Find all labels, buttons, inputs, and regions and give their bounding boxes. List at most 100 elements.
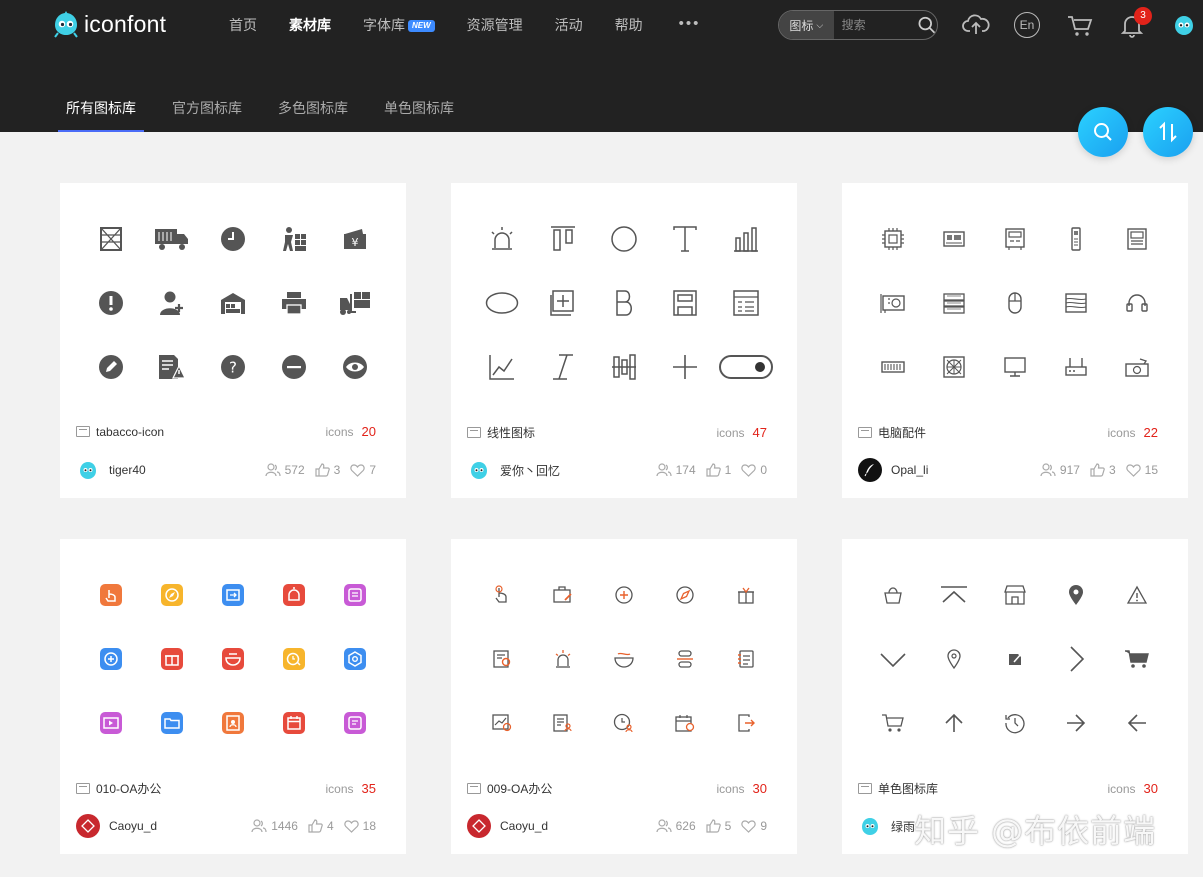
users-icon xyxy=(1040,463,1056,477)
fingerprint-touch-icon xyxy=(471,563,532,627)
views-stat: 917 xyxy=(1040,463,1080,477)
likes-stat[interactable]: 4 xyxy=(308,819,334,833)
touch-app-icon xyxy=(80,563,141,627)
card-title[interactable]: 电脑配件 xyxy=(878,424,1108,441)
likes-stat[interactable]: 1 xyxy=(706,463,731,477)
search-icon[interactable] xyxy=(916,14,937,36)
avatar[interactable] xyxy=(76,458,100,482)
more-menu-icon[interactable]: ••• xyxy=(679,15,701,32)
library-card[interactable]: 单色图标库 icons 30 绿雨 xyxy=(842,539,1188,854)
arrow-right-icon xyxy=(1045,691,1106,755)
card-title[interactable]: tabacco-icon xyxy=(96,425,326,439)
avatar[interactable] xyxy=(76,814,100,838)
nav-help[interactable]: 帮助 xyxy=(615,16,643,34)
shelf-icon xyxy=(80,207,141,271)
cart-icon[interactable] xyxy=(1066,11,1094,39)
float-search-button[interactable] xyxy=(1078,107,1128,157)
tab-official-libraries[interactable]: 官方图标库 xyxy=(172,98,242,132)
avatar[interactable] xyxy=(858,458,882,482)
views-count: 572 xyxy=(284,463,305,477)
search-type-select[interactable]: 图标 ⌵ xyxy=(779,11,834,39)
card-footer: 绿雨 xyxy=(858,814,1158,838)
icon-preview-grid xyxy=(471,563,777,755)
likes-stat[interactable]: 3 xyxy=(315,463,340,477)
card-title[interactable]: 线性图标 xyxy=(487,424,717,441)
clock-icon xyxy=(202,207,263,271)
add-layer-icon xyxy=(532,271,593,335)
user-avatar[interactable] xyxy=(1170,11,1198,39)
plus-icon xyxy=(654,335,715,399)
icon-preview-grid: ¥ ? xyxy=(80,207,386,399)
card-meta: 线性图标 icons 47 xyxy=(467,424,767,441)
nav-materials[interactable]: 素材库 xyxy=(289,16,331,34)
sort-arrows-icon xyxy=(1159,121,1177,143)
library-card[interactable]: 电脑配件 icons 22 Opal_li 917 3 15 xyxy=(842,183,1188,498)
icons-label: icons xyxy=(1107,425,1136,440)
add-user-icon xyxy=(141,271,202,335)
library-icon xyxy=(467,783,481,794)
arrow-left-icon xyxy=(1106,691,1167,755)
float-sort-button[interactable] xyxy=(1143,107,1193,157)
views-count: 1446 xyxy=(271,819,298,833)
author-name[interactable]: Caoyu_d xyxy=(109,819,241,833)
graphics-card-icon xyxy=(862,271,923,335)
library-card[interactable]: 线性图标 icons 47 爱你丶回忆 174 1 0 xyxy=(451,183,797,498)
favorites-stat[interactable]: 9 xyxy=(741,819,767,833)
server-case-icon xyxy=(984,207,1045,271)
card-title[interactable]: 单色图标库 xyxy=(878,780,1108,797)
nav-resource-management[interactable]: 资源管理 xyxy=(467,16,523,34)
users-icon xyxy=(264,463,281,477)
video-app-icon xyxy=(80,691,141,755)
favorites-stat[interactable]: 18 xyxy=(343,819,376,833)
nav-home[interactable]: 首页 xyxy=(229,16,257,34)
usb-drive-icon xyxy=(1045,207,1106,271)
likes-stat[interactable]: 5 xyxy=(706,819,731,833)
card-title[interactable]: 009-OA办公 xyxy=(487,780,717,797)
heart-icon xyxy=(741,463,756,477)
card-footer: Caoyu_d 626 5 9 xyxy=(467,814,767,838)
line-chart-icon xyxy=(471,335,532,399)
library-card[interactable]: 009-OA办公 icons 30 Caoyu_d 626 5 9 xyxy=(451,539,797,854)
card-title[interactable]: 010-OA办公 xyxy=(96,780,326,797)
nav-fonts[interactable]: 字体库 NEW xyxy=(363,16,435,34)
exclamation-icon xyxy=(80,271,141,335)
tab-all-libraries[interactable]: 所有图标库 xyxy=(58,98,144,132)
diamond-avatar-icon xyxy=(81,819,95,833)
author-name[interactable]: Caoyu_d xyxy=(500,819,646,833)
camera-icon xyxy=(1106,335,1167,399)
favorites-stat[interactable]: 0 xyxy=(741,463,767,477)
iconfont-logo[interactable]: iconfont xyxy=(52,10,166,38)
nav-activities[interactable]: 活动 xyxy=(555,16,583,34)
library-card[interactable]: ¥ ? tabacco-icon icons 20 tiger40 572 3 … xyxy=(60,183,406,498)
library-card[interactable]: 010-OA办公 icons 35 Caoyu_d 1446 4 18 xyxy=(60,539,406,854)
author-name[interactable]: 绿雨 xyxy=(891,818,1158,835)
views-count: 917 xyxy=(1059,463,1080,477)
avatar[interactable] xyxy=(467,814,491,838)
bowl-app-icon xyxy=(202,627,263,691)
bar-chart-icon xyxy=(715,207,776,271)
author-name[interactable]: 爱你丶回忆 xyxy=(500,462,646,479)
author-name[interactable]: Opal_li xyxy=(891,463,1030,477)
likes-stat[interactable]: 3 xyxy=(1090,463,1116,477)
avatar[interactable] xyxy=(467,458,491,482)
author-name[interactable]: tiger40 xyxy=(109,463,255,477)
avatar[interactable] xyxy=(858,814,882,838)
favorites-stat[interactable]: 15 xyxy=(1125,463,1158,477)
icons-label: icons xyxy=(716,781,745,796)
brand-name: iconfont xyxy=(84,10,167,37)
icon-preview-grid xyxy=(80,563,386,755)
tab-mono-libraries[interactable]: 单色图标库 xyxy=(384,98,454,132)
users-icon xyxy=(251,819,267,833)
tab-multicolor-libraries[interactable]: 多色图标库 xyxy=(278,98,348,132)
truck-icon xyxy=(141,207,202,271)
search-input[interactable] xyxy=(841,18,912,32)
folder-app-icon xyxy=(141,691,202,755)
notifications[interactable]: 3 xyxy=(1118,7,1152,39)
language-toggle[interactable]: En xyxy=(1014,12,1040,38)
favorites-stat[interactable]: 7 xyxy=(350,463,376,477)
upload-cloud-icon[interactable] xyxy=(962,11,990,39)
circle-shape-icon xyxy=(593,207,654,271)
document-app-icon xyxy=(324,691,385,755)
map-pin-outline-icon xyxy=(923,627,984,691)
align-top-icon xyxy=(532,207,593,271)
